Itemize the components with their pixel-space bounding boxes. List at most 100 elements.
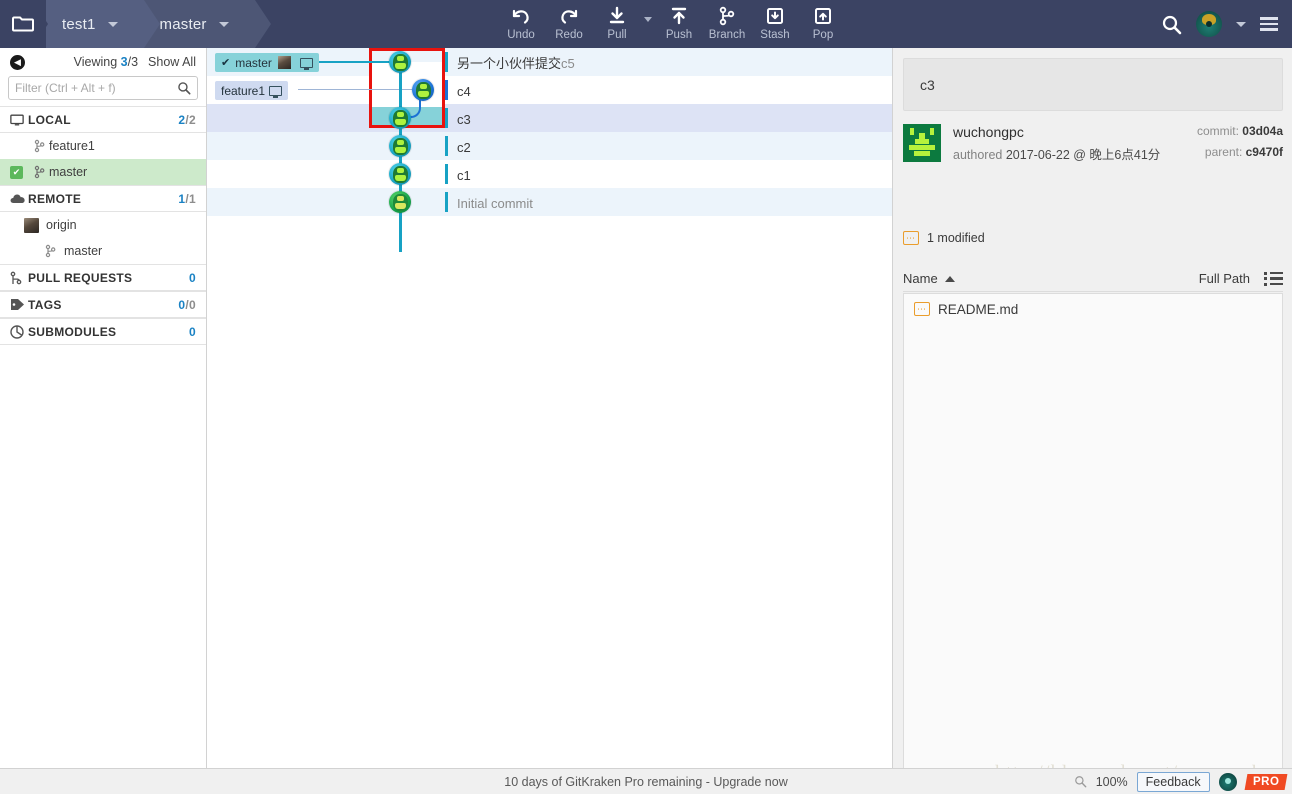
monitor-icon	[299, 57, 313, 70]
search-input[interactable]	[15, 81, 177, 95]
sidebar-section-submodules[interactable]: SUBMODULES 0	[0, 318, 206, 345]
pull-request-icon	[10, 271, 28, 285]
branch-icon	[40, 244, 60, 258]
redo-button[interactable]: Redo	[545, 0, 593, 48]
sidebar-section-remote[interactable]: REMOTE 1/1	[0, 185, 206, 212]
commit-color-bar	[445, 192, 448, 212]
commit-node-initial[interactable]	[389, 191, 411, 213]
sidebar-section-pull-requests-title: PULL REQUESTS	[28, 270, 133, 285]
chevron-down-icon[interactable]	[1236, 21, 1246, 27]
sidebar-section-tags[interactable]: TAGS 0/0	[0, 291, 206, 318]
ref-connector-feature1	[298, 89, 412, 90]
push-button[interactable]: Push	[655, 0, 703, 48]
column-name[interactable]: Name	[903, 271, 938, 286]
title-bar: test1 master Undo Redo Pull Push Branch …	[0, 0, 1292, 48]
main-toolbar: Undo Redo Pull Push Branch Stash Pop	[497, 0, 847, 48]
commit-row-initial[interactable]	[207, 188, 892, 216]
pro-badge[interactable]: PRO	[1244, 773, 1288, 790]
commit-node-c4[interactable]	[412, 79, 434, 101]
current-branch-check-icon: ✔	[221, 57, 231, 69]
chevron-down-icon	[107, 21, 118, 27]
commit-node-c2[interactable]	[389, 135, 411, 157]
branch-button[interactable]: Branch	[703, 0, 751, 48]
current-branch-name: master	[159, 15, 207, 33]
remote-avatar-icon	[24, 217, 39, 233]
list-view-icon[interactable]	[1264, 271, 1283, 286]
repo-selector[interactable]: test1	[32, 0, 159, 48]
sidebar-item-master[interactable]: ✔ master	[0, 159, 206, 185]
parent-sha-row[interactable]: parent: c9470f	[1197, 142, 1283, 163]
sidebar-section-pull-requests[interactable]: PULL REQUESTS 0	[0, 264, 206, 291]
author-meta: wuchongpc authored 2017-06-22 @ 晚上6点41分	[953, 124, 1160, 163]
commit-node-c3[interactable]	[389, 107, 411, 129]
gitkraken-window: test1 master Undo Redo Pull Push Branch …	[0, 0, 1292, 794]
branch-label: Branch	[708, 29, 746, 41]
sidebar-section-local-title: LOCAL	[28, 112, 71, 127]
commit-row-c3[interactable]	[207, 104, 892, 132]
search-icon[interactable]	[1161, 14, 1182, 35]
chevron-down-icon	[644, 16, 652, 22]
commit-row-c4[interactable]	[207, 76, 892, 104]
filter-wrapper	[0, 76, 206, 106]
column-full-path[interactable]: Full Path	[1199, 271, 1250, 286]
ref-label-text: feature1	[221, 83, 266, 98]
author-row: wuchongpc authored 2017-06-22 @ 晚上6点41分 …	[903, 118, 1283, 168]
sidebar-header: ◀ Viewing 3/3 Show All	[0, 48, 206, 76]
zoom-icon[interactable]	[1074, 775, 1087, 788]
pull-button[interactable]: Pull	[593, 0, 641, 48]
hamburger-menu-icon[interactable]	[1260, 17, 1278, 31]
branch-fork-icon	[717, 5, 737, 27]
file-name: README.md	[938, 301, 1019, 317]
commit-sha-row[interactable]: commit: 03d04a	[1197, 121, 1283, 142]
commit-row-c2[interactable]	[207, 132, 892, 160]
sidebar-section-local[interactable]: LOCAL 2/2	[0, 106, 206, 133]
monitor-icon	[10, 114, 28, 126]
ref-label-feature1[interactable]: feature1	[215, 81, 289, 100]
chevron-down-icon	[218, 21, 229, 27]
sidebar-item-label: master	[64, 244, 103, 258]
ref-label-master[interactable]: ✔ master	[215, 53, 319, 72]
back-arrow-icon[interactable]: ◀	[10, 54, 25, 70]
commit-color-bar	[445, 108, 448, 128]
upload-arrow-icon	[669, 5, 689, 27]
pop-button[interactable]: Pop	[799, 0, 847, 48]
sidebar-item-feature1[interactable]: feature1	[0, 133, 206, 159]
commit-message-c2: c2	[457, 140, 471, 155]
commit-node-c5[interactable]	[389, 51, 411, 73]
search-icon[interactable]	[177, 81, 191, 95]
stash-button[interactable]: Stash	[751, 0, 799, 48]
commit-color-bar	[445, 52, 448, 72]
open-repo-button[interactable]	[0, 0, 46, 48]
author-name: wuchongpc	[953, 123, 1024, 140]
branch-icon	[29, 139, 49, 153]
file-list-item[interactable]: ⋯ README.md	[904, 294, 1282, 324]
user-avatar-icon[interactable]	[1196, 11, 1222, 37]
feedback-button[interactable]: Feedback	[1136, 771, 1210, 792]
sidebar-item-origin-master[interactable]: master	[0, 238, 206, 264]
pop-label: Pop	[812, 29, 834, 41]
commit-color-bar	[445, 136, 448, 156]
sidebar-section-tags-title: TAGS	[28, 297, 62, 312]
commit-message-initial: Initial commit	[457, 196, 533, 211]
pull-label: Pull	[607, 29, 627, 41]
commit-row-c1[interactable]	[207, 160, 892, 188]
filter-box[interactable]	[8, 76, 198, 100]
gitkraken-logo-icon[interactable]	[1218, 772, 1237, 791]
viewing-counter: Viewing 3/3	[74, 55, 138, 69]
sidebar-item-label: master	[49, 165, 88, 179]
commit-node-c1[interactable]	[389, 163, 411, 185]
changes-summary: ⋯ 1 modified	[903, 231, 985, 245]
author-date: authored 2017-06-22 @ 晚上6点41分	[953, 147, 1161, 162]
show-all-button[interactable]: Show All	[148, 55, 196, 69]
undo-button[interactable]: Undo	[497, 0, 545, 48]
pull-options-button[interactable]	[641, 0, 655, 48]
sort-ascending-icon[interactable]	[944, 275, 955, 282]
commit-detail-panel: c3 wuchongpc authored 2017-06-22 @ 晚上6点4…	[892, 48, 1292, 794]
repo-breadcrumb: test1 master	[0, 0, 271, 48]
author-avatar-icon	[903, 124, 941, 162]
commit-message-c3: c3	[457, 112, 471, 127]
commit-graph: ✔ master feature1 另一个小伙伴提交c5 c4 c3 c2 c1…	[207, 48, 892, 768]
commit-color-bar	[445, 164, 448, 184]
undo-arrow-icon	[510, 5, 532, 27]
sidebar-item-origin[interactable]: origin	[0, 212, 206, 238]
